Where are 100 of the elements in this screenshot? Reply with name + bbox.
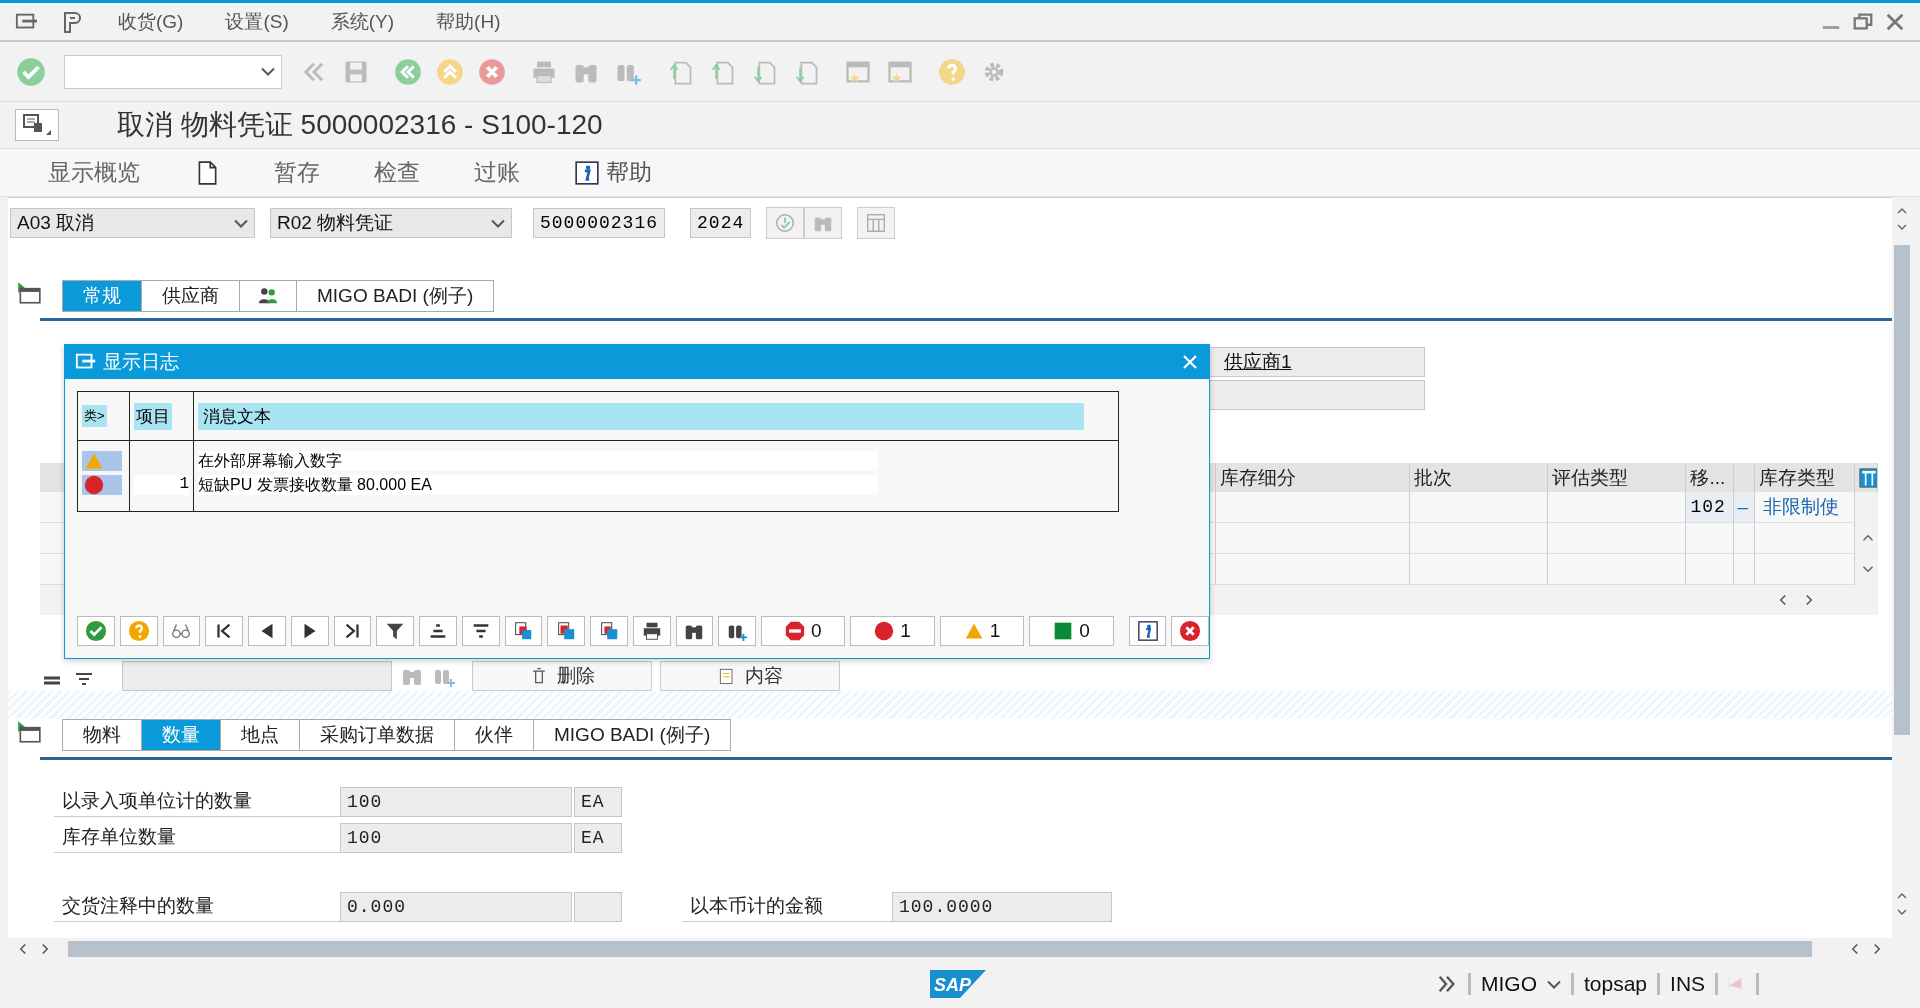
table-cell: 102 [1685,492,1734,523]
first-page-button[interactable] [205,616,243,646]
menu-item[interactable]: 系统(Y) [324,6,401,37]
dropdown-value: R02 物料凭证 [277,211,394,235]
cancel-icon [1179,620,1202,642]
page-title: 取消 物料凭证 5000002316 - S100-120 [117,108,603,142]
column-header[interactable]: 批次 [1409,463,1548,492]
warning-icon [84,452,104,470]
amount-field[interactable]: 100.0000 [892,891,1112,922]
dialog-title: 显示日志 [103,350,180,374]
toolbar-button[interactable]: 删除 [472,661,652,691]
action-dropdown[interactable]: A03 取消 [10,208,255,238]
expand-toggle-icon[interactable] [15,719,43,745]
warning-icon [963,622,984,640]
field-label: 以录入项单位计的数量 [54,786,340,817]
document-number-field[interactable]: 5000002316 [533,208,666,238]
menu-item[interactable]: 帮助(H) [430,6,507,37]
user-name: topsap [1584,972,1648,996]
caret-icon [234,218,248,228]
printer-button[interactable] [632,616,671,646]
copy-button[interactable] [590,616,628,646]
search-button[interactable] [675,616,714,646]
message-text: 在外部屏幕输入数字 [198,451,878,471]
next-button[interactable] [290,616,329,646]
confirm-button[interactable] [77,616,115,646]
year-field[interactable]: 2024 [690,208,752,238]
sort-button[interactable] [419,616,457,646]
command-field[interactable] [64,54,282,89]
window-icon [22,113,52,137]
cancel-icon[interactable] [478,57,506,86]
error-icon [84,475,104,495]
column-header[interactable]: 消息文本 [198,402,1084,430]
sap-logo: SAP [930,970,986,998]
unit-field[interactable]: EA [574,786,622,817]
toolbar-button[interactable]: 显示概览 [38,153,150,192]
filter-lines-button[interactable] [461,616,500,646]
scrollbar-thumb[interactable] [68,941,1812,957]
square-icon [1053,621,1074,641]
stock-type-link[interactable]: 非限制使 [1754,492,1855,523]
field-label: 交货注释中的数量 [54,891,340,922]
grid-button[interactable] [857,207,896,239]
check-icon[interactable] [16,56,46,87]
text-field[interactable] [122,661,392,691]
last-page-button[interactable] [333,616,372,646]
cancel-button[interactable] [1171,616,1210,646]
count-button[interactable]: 0 [761,616,846,646]
count-button[interactable]: 1 [939,616,1025,646]
toolbar-button[interactable]: 过账 [464,153,530,192]
filter-button[interactable] [376,616,414,646]
caret-icon [261,67,275,76]
toolbar-button[interactable]: 内容 [660,661,840,691]
column-header[interactable]: 项目 [134,402,172,430]
info-button[interactable] [1128,616,1167,646]
help-button[interactable] [119,616,158,646]
previous-button[interactable] [248,616,286,646]
unit-field[interactable] [574,891,622,922]
reference-dropdown[interactable]: R02 物料凭证 [270,208,512,238]
info-icon [1136,620,1159,642]
caret-icon [491,218,505,228]
clock-check-icon [774,212,797,234]
field-label: 库存单位数量 [54,822,340,853]
message-text: 短缺PU 发票接收数量 80.000 EA [198,475,878,495]
column-header[interactable]: 评估类型 [1547,463,1686,492]
menu-item[interactable]: 设置(S) [219,6,295,37]
input-mode: INS [1670,972,1706,996]
column-header[interactable]: 库存类型 [1754,463,1855,492]
column-header[interactable]: 库存细分 [1215,463,1410,492]
confirm-icon [84,620,107,642]
table-cell: 1 [134,475,189,495]
quantity-field[interactable]: 100 [340,822,572,853]
search-plus-button[interactable] [718,616,756,646]
info-icon [574,159,600,186]
help-button[interactable]: 帮助 [564,153,662,192]
count-button[interactable]: 1 [850,616,935,646]
table-cell: – [1733,492,1755,523]
column-settings-icon[interactable] [1858,467,1877,488]
menu-toggle-button[interactable] [15,109,59,141]
transaction-code: MIGO [1481,972,1537,996]
dropdown-value: A03 取消 [17,211,95,235]
quantity-field[interactable]: 0.000 [340,891,572,922]
scrollbar-thumb[interactable] [1894,245,1910,735]
expand-toggle-icon[interactable] [15,280,43,306]
toolbar-button[interactable]: 检查 [364,153,430,192]
vendor-link[interactable]: 供应商1 [1224,349,1292,375]
count-button[interactable]: 0 [1029,616,1114,646]
stop-icon [784,621,805,641]
quantity-field[interactable]: 100 [340,786,572,817]
caret-icon[interactable] [1547,979,1561,989]
close-icon[interactable] [1181,353,1199,371]
unit-field[interactable]: EA [574,822,622,853]
glasses-button[interactable] [162,616,201,646]
menu-item[interactable]: 收货(G) [112,6,190,37]
help-icon [127,620,150,642]
column-header[interactable]: 移... [1685,463,1734,492]
grid-icon [865,212,888,234]
error-icon [874,621,895,641]
column-header[interactable]: 类> [82,405,107,427]
copy-button[interactable] [504,616,543,646]
toolbar-button[interactable]: 暂存 [264,153,330,192]
copy-button[interactable] [547,616,585,646]
